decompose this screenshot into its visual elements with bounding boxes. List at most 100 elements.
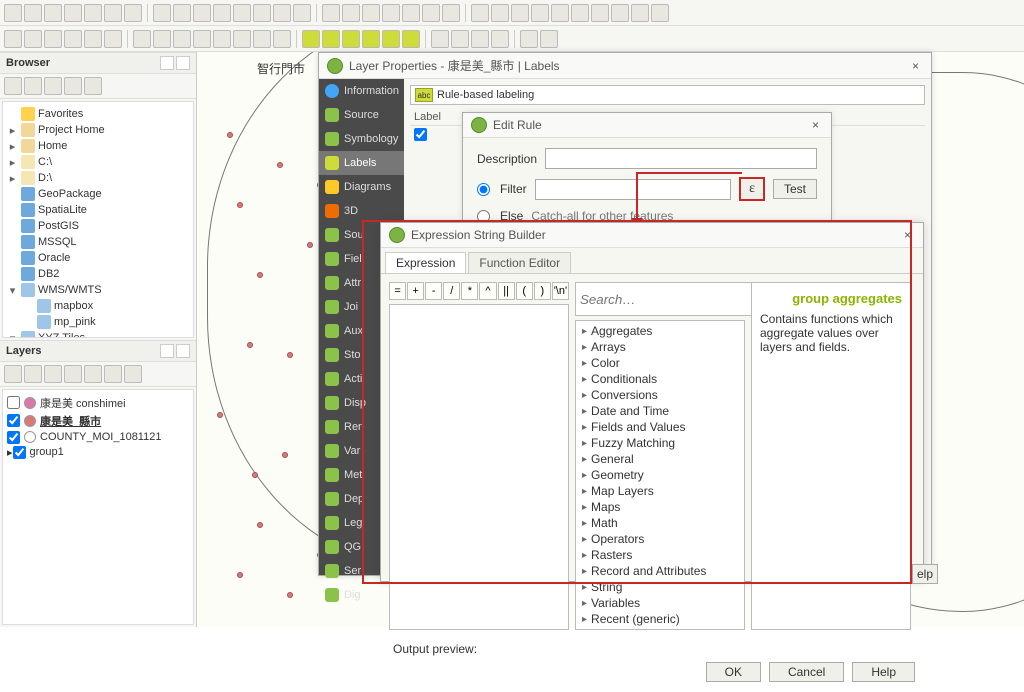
zoom-last-icon[interactable] xyxy=(253,4,271,22)
panel-float-icon[interactable] xyxy=(160,56,174,70)
description-input[interactable] xyxy=(545,148,817,169)
style-icon[interactable] xyxy=(4,365,22,383)
globe-icon[interactable] xyxy=(491,30,509,48)
function-group[interactable]: Record and Attributes xyxy=(576,563,744,579)
csv-icon[interactable] xyxy=(64,30,82,48)
help-icon[interactable] xyxy=(540,30,558,48)
raster-icon[interactable] xyxy=(24,30,42,48)
function-group[interactable]: Recent (generic) xyxy=(576,611,744,627)
close-icon[interactable]: × xyxy=(808,118,823,132)
add-icon[interactable] xyxy=(4,77,22,95)
processing-icon[interactable] xyxy=(551,4,569,22)
toolbar-icon[interactable] xyxy=(591,4,609,22)
mesh-icon[interactable] xyxy=(44,30,62,48)
layer-item[interactable]: COUNTY_MOI_1081121 xyxy=(5,430,191,445)
operator-button[interactable]: - xyxy=(425,282,442,300)
zoom-layer-icon[interactable] xyxy=(233,4,251,22)
expression-button[interactable]: ε xyxy=(739,177,765,201)
toolbar-icon[interactable] xyxy=(104,30,122,48)
browser-item[interactable]: Oracle xyxy=(5,250,191,266)
dialog-title-bar[interactable]: Expression String Builder × xyxy=(381,223,923,248)
zoom-full-icon[interactable] xyxy=(213,4,231,22)
toolbar-icon[interactable] xyxy=(631,4,649,22)
help-button[interactable]: Help xyxy=(852,662,915,682)
filter-icon[interactable] xyxy=(44,77,62,95)
props-tab-labels[interactable]: Labels xyxy=(319,151,404,175)
tab-expression[interactable]: Expression xyxy=(385,252,466,273)
toolbar-icon[interactable] xyxy=(651,4,669,22)
function-group[interactable]: Operators xyxy=(576,531,744,547)
globe-icon[interactable] xyxy=(451,30,469,48)
filter-icon[interactable] xyxy=(64,365,82,383)
function-group[interactable]: Variables xyxy=(576,595,744,611)
measure-icon[interactable] xyxy=(402,4,420,22)
dialog-title-bar[interactable]: Edit Rule × xyxy=(463,113,831,138)
operator-button[interactable]: * xyxy=(461,282,478,300)
properties-icon[interactable] xyxy=(84,77,102,95)
toolbar-icon[interactable] xyxy=(153,30,171,48)
new-icon[interactable] xyxy=(4,4,22,22)
layer-item[interactable]: 康是美_縣市 xyxy=(5,412,191,430)
props-tab-3d[interactable]: 3D xyxy=(319,199,404,223)
globe-icon[interactable] xyxy=(471,30,489,48)
zoom-in-icon[interactable] xyxy=(173,4,191,22)
function-group[interactable]: Geometry xyxy=(576,467,744,483)
cancel-button[interactable]: Cancel xyxy=(769,662,844,682)
browser-item[interactable]: ▾XYZ Tiles xyxy=(5,330,191,338)
label-icon[interactable] xyxy=(342,30,360,48)
vector-icon[interactable] xyxy=(4,30,22,48)
filter-input[interactable] xyxy=(535,179,731,200)
browser-item[interactable]: MSSQL xyxy=(5,234,191,250)
test-button[interactable]: Test xyxy=(773,179,817,199)
function-group[interactable]: Math xyxy=(576,515,744,531)
add-group-icon[interactable] xyxy=(24,365,42,383)
browser-item[interactable]: ▾WMS/WMTS xyxy=(5,282,191,298)
label-icon[interactable] xyxy=(402,30,420,48)
panel-close-icon[interactable] xyxy=(176,56,190,70)
globe-icon[interactable] xyxy=(431,30,449,48)
refresh-icon[interactable] xyxy=(24,77,42,95)
browser-item[interactable]: mp_pink xyxy=(5,314,191,330)
label-icon[interactable] xyxy=(382,30,400,48)
browser-tree[interactable]: Favorites▸Project Home▸Home▸C:\▸D:\GeoPa… xyxy=(2,101,194,338)
zoom-out-icon[interactable] xyxy=(193,4,211,22)
toolbar-icon[interactable] xyxy=(511,4,529,22)
function-group[interactable]: Aggregates xyxy=(576,323,744,339)
wms-icon[interactable] xyxy=(84,30,102,48)
function-group[interactable]: Color xyxy=(576,355,744,371)
props-tab-diagrams[interactable]: Diagrams xyxy=(319,175,404,199)
save-as-icon[interactable] xyxy=(64,4,82,22)
function-list[interactable]: AggregatesArraysColorConditionalsConvers… xyxy=(575,320,745,630)
function-group[interactable]: Conditionals xyxy=(576,371,744,387)
toolbar-icon[interactable] xyxy=(253,30,271,48)
browser-item[interactable]: Favorites xyxy=(5,106,191,122)
expression-textarea[interactable] xyxy=(389,304,569,630)
attr-table-icon[interactable] xyxy=(471,4,489,22)
label-icon[interactable] xyxy=(322,30,340,48)
toolbar-icon[interactable] xyxy=(173,30,191,48)
python-icon[interactable] xyxy=(520,30,538,48)
expand-icon[interactable] xyxy=(84,365,102,383)
toolbar-icon[interactable] xyxy=(104,4,122,22)
browser-item[interactable]: mapbox xyxy=(5,298,191,314)
collapse-icon[interactable] xyxy=(104,365,122,383)
browser-item[interactable]: ▸Project Home xyxy=(5,122,191,138)
browser-item[interactable]: SpatiaLite xyxy=(5,202,191,218)
sigma-icon[interactable] xyxy=(571,4,589,22)
collapse-icon[interactable] xyxy=(64,77,82,95)
label-icon[interactable] xyxy=(362,30,380,48)
browser-item[interactable]: ▸D:\ xyxy=(5,170,191,186)
browser-item[interactable]: GeoPackage xyxy=(5,186,191,202)
operator-button[interactable]: || xyxy=(498,282,515,300)
props-tab-source[interactable]: Source xyxy=(319,103,404,127)
dialog-title-bar[interactable]: Layer Properties - 康是美_縣市 | Labels × xyxy=(319,53,931,79)
refresh-icon[interactable] xyxy=(293,4,311,22)
field-calc-icon[interactable] xyxy=(491,4,509,22)
function-group[interactable]: Date and Time xyxy=(576,403,744,419)
save-icon[interactable] xyxy=(44,4,62,22)
operator-button[interactable]: '\n' xyxy=(552,282,569,300)
toolbar-icon[interactable] xyxy=(233,30,251,48)
operator-button[interactable]: ^ xyxy=(479,282,496,300)
function-group[interactable]: Rasters xyxy=(576,547,744,563)
else-radio[interactable] xyxy=(477,210,490,223)
